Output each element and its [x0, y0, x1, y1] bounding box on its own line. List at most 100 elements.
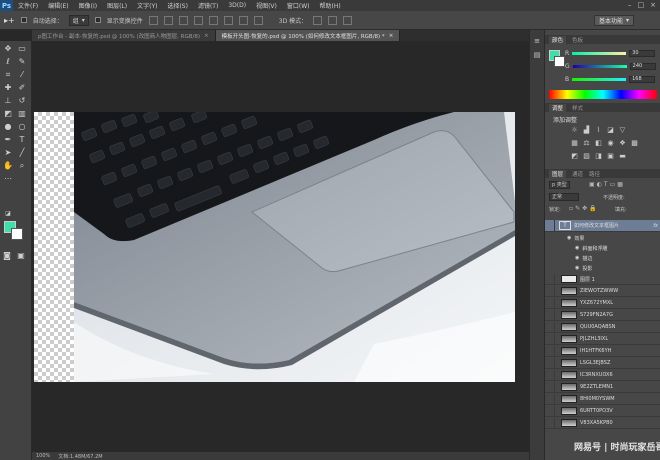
tab-document-2[interactable]: 模板开头图-恢复的.psd @ 100% (如何修改文本框图片, RGB/8) …	[215, 30, 401, 41]
lasso-tool-icon[interactable]: ℓ	[3, 57, 13, 67]
photo-filter-icon[interactable]: ◉	[606, 140, 615, 147]
tab-layers[interactable]: 图层	[549, 169, 567, 178]
menu-window[interactable]: 窗口(W)	[282, 1, 315, 10]
brush-tool-icon[interactable]: ✐	[17, 83, 27, 93]
hue-saturation-icon[interactable]: ▦	[570, 140, 579, 147]
pen-tool-icon[interactable]: ✒	[3, 135, 13, 145]
more-tools-icon[interactable]: ⋯	[3, 174, 13, 184]
layer-filter-dropdown[interactable]: p 类型	[549, 181, 570, 189]
layer-text[interactable]: T 如何修改文本框图片 fx	[545, 220, 660, 232]
layer-row[interactable]: S729FN2A7G	[545, 309, 660, 321]
eraser-tool-icon[interactable]: ◩	[3, 109, 13, 119]
eye-icon[interactable]	[545, 297, 555, 309]
eye-icon[interactable]	[545, 369, 555, 381]
history-panel-icon[interactable]: ≡	[532, 36, 542, 46]
eye-icon[interactable]	[545, 333, 555, 345]
green-slider[interactable]	[572, 65, 627, 68]
red-slider[interactable]	[572, 52, 627, 55]
tab-document-1[interactable]: p图工作台 - 副本-恢复的.psd @ 100% (改图商人物图层, RGB/…	[32, 30, 216, 41]
color-balance-icon[interactable]: ⚖	[582, 140, 591, 147]
default-colors-icon[interactable]: ◪	[3, 209, 13, 219]
color-spectrum[interactable]	[549, 90, 657, 99]
eyedropper-tool-icon[interactable]: ⁄	[17, 70, 27, 80]
crop-tool-icon[interactable]: ⌗	[3, 70, 13, 80]
align-middle-icon[interactable]	[163, 15, 173, 25]
quick-select-tool-icon[interactable]: ✎	[17, 57, 27, 67]
curves-icon[interactable]: ⌇	[594, 127, 603, 134]
effect-drop-shadow[interactable]: ◉ 投影	[545, 263, 660, 273]
tab-swatches[interactable]: 色板	[572, 36, 583, 44]
menu-3d[interactable]: 3D(D)	[223, 2, 251, 9]
menu-layer[interactable]: 图层(L)	[102, 1, 132, 10]
close-icon[interactable]: ×	[389, 33, 394, 39]
layer-row[interactable]: YXZ672YMXL	[545, 297, 660, 309]
gradient-tool-icon[interactable]: ▥	[17, 109, 27, 119]
type-tool-icon[interactable]: T	[17, 135, 27, 145]
layer-row[interactable]: LSGL3EJBSZ	[545, 357, 660, 369]
distribute-h-icon[interactable]	[253, 15, 263, 25]
tab-adjustments[interactable]: 调整	[549, 103, 567, 112]
close-icon[interactable]: ×	[204, 33, 209, 39]
menu-filter[interactable]: 滤镜(T)	[193, 1, 223, 10]
menu-edit[interactable]: 编辑(E)	[43, 1, 73, 10]
eye-icon[interactable]	[545, 309, 555, 321]
eye-icon[interactable]: ◉	[567, 235, 571, 241]
levels-icon[interactable]: ▟	[582, 127, 591, 134]
layer-row[interactable]: IH1HTFK6YH	[545, 345, 660, 357]
tab-color[interactable]: 颜色	[549, 35, 567, 44]
eye-icon[interactable]: ◉	[575, 255, 579, 261]
eye-icon[interactable]	[545, 345, 555, 357]
eye-icon[interactable]: ◉	[575, 265, 579, 271]
menu-file[interactable]: 文件(F)	[13, 1, 43, 10]
exposure-icon[interactable]: ◪	[606, 127, 615, 134]
color-lookup-icon[interactable]: ▩	[630, 140, 639, 147]
auto-select-dropdown[interactable]: 组 ▾	[68, 14, 89, 26]
red-value[interactable]: 30	[629, 50, 656, 57]
effect-bevel-emboss[interactable]: ◉ 斜面和浮雕	[545, 243, 660, 253]
eye-icon[interactable]	[545, 273, 555, 285]
align-right-icon[interactable]	[223, 15, 233, 25]
move-tool-icon[interactable]: ✥	[3, 44, 13, 54]
invert-icon[interactable]: ◩	[570, 153, 579, 160]
properties-panel-icon[interactable]: ▤	[532, 50, 542, 60]
channel-mixer-icon[interactable]: ❖	[618, 140, 627, 147]
menu-select[interactable]: 选择(S)	[162, 1, 193, 10]
blur-tool-icon[interactable]: ●	[3, 122, 13, 132]
blend-mode-dropdown[interactable]: 正常	[549, 193, 579, 201]
eye-icon[interactable]	[545, 357, 555, 369]
menu-view[interactable]: 视图(V)	[251, 1, 282, 10]
menu-type[interactable]: 文字(Y)	[132, 1, 162, 10]
minimize-button[interactable]: –	[628, 1, 632, 9]
rotate-3d-icon[interactable]	[313, 15, 323, 25]
layer-row[interactable]: ZIEWOTZWWW	[545, 285, 660, 297]
align-top-icon[interactable]	[148, 15, 158, 25]
distribute-icon[interactable]	[238, 15, 248, 25]
layer-row[interactable]: 图层 1	[545, 273, 660, 285]
healing-tool-icon[interactable]: ✚	[3, 83, 13, 93]
move-tool-icon[interactable]: ▸+	[4, 16, 15, 25]
layer-row[interactable]: 6URTT0PO3V	[545, 405, 660, 417]
layer-row[interactable]: PJLZHL3IXL	[545, 333, 660, 345]
workspace-dropdown[interactable]: 基本功能 ▾	[593, 15, 634, 26]
effect-stroke[interactable]: ◉ 描边	[545, 253, 660, 263]
zoom-tool-icon[interactable]: ⌕	[17, 161, 27, 171]
history-brush-tool-icon[interactable]: ↺	[17, 96, 27, 106]
selective-color-icon[interactable]: ▣	[606, 153, 615, 160]
threshold-icon[interactable]: ◨	[594, 153, 603, 160]
layer-filter-icons[interactable]: ▣◐T▭▦	[589, 181, 625, 188]
zoom-level[interactable]: 100%	[36, 453, 50, 459]
tab-paths[interactable]: 路径	[589, 170, 600, 178]
eye-icon[interactable]	[545, 393, 555, 405]
tab-styles[interactable]: 样式	[572, 104, 583, 112]
align-center-icon[interactable]	[208, 15, 218, 25]
tab-channels[interactable]: 通道	[572, 170, 583, 178]
line-tool-icon[interactable]: ╱	[17, 148, 27, 158]
green-value[interactable]: 240	[629, 63, 656, 70]
align-bottom-icon[interactable]	[178, 15, 188, 25]
blue-slider[interactable]	[572, 78, 627, 81]
laptop-photo[interactable]	[74, 112, 515, 382]
black-white-icon[interactable]: ◧	[594, 140, 603, 147]
roll-3d-icon[interactable]	[328, 15, 338, 25]
hand-tool-icon[interactable]: ✋	[3, 161, 13, 171]
show-transform-checkbox[interactable]	[94, 17, 101, 23]
